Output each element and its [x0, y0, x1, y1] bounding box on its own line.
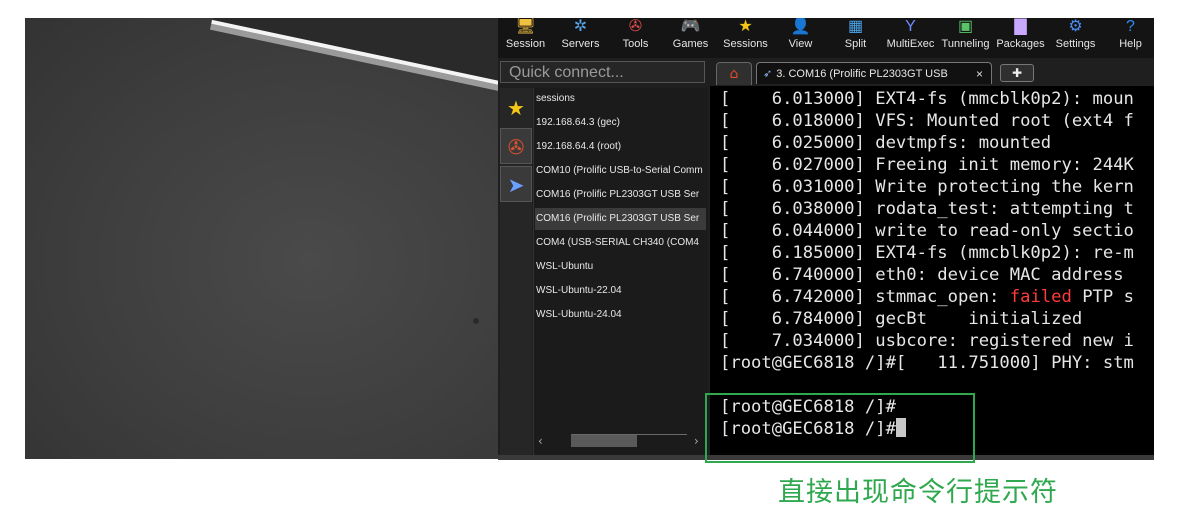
- terminal-text: [ 7.034000] usbcore: registered new i: [720, 331, 1134, 351]
- tools-icon[interactable]: ✇: [500, 128, 532, 164]
- terminal-text: [ 6.018000] VFS: Mounted root (ext4 f: [720, 111, 1134, 131]
- tab-com16[interactable]: ➶ 3. COM16 (Prolific PL2303GT USB ×: [756, 62, 992, 84]
- toolbar-button-label: Tunneling: [941, 38, 990, 50]
- plus-icon: ✚: [1011, 66, 1023, 80]
- main-toolbar: 🖥 Session ✲ Servers ✇ Tools 🎮 Games ★ Sessions 👤 Vi…: [498, 18, 1154, 58]
- toolbar-button-multiexec[interactable]: Y MultiExec: [883, 18, 938, 58]
- sessions-horizontal-scrollbar[interactable]: ‹ ›: [534, 432, 708, 450]
- terminal-text: [ 6.013000] EXT4-fs (mmcblk0p2): moun: [720, 89, 1134, 109]
- view-icon: 👤: [790, 18, 811, 35]
- toolbar-button-sessions[interactable]: ★ Sessions: [718, 18, 773, 58]
- split-icon: ▦: [847, 18, 864, 35]
- session-item[interactable]: 192.168.64.3 (gec): [535, 112, 706, 134]
- toolbar-button-settings[interactable]: ⚙ Settings: [1048, 18, 1103, 58]
- servers-icon: ✲: [573, 18, 588, 35]
- terminal-line: [ 7.034000] usbcore: registered new i: [720, 330, 1134, 352]
- session-item[interactable]: COM16 (Prolific PL2303GT USB Ser: [535, 208, 706, 230]
- terminal-text: [ 6.044000] write to read-only sectio: [720, 221, 1134, 241]
- star-icon[interactable]: ★: [500, 90, 532, 126]
- toolbar-button-label: View: [788, 38, 813, 50]
- close-tab-icon[interactable]: ×: [976, 63, 983, 84]
- send-icon[interactable]: ➤: [500, 166, 532, 202]
- terminal-line: [ 6.038000] rodata_test: attempting t: [720, 198, 1134, 220]
- terminal-text: [ 6.185000] EXT4-fs (mmcblk0p2): re-m: [720, 243, 1134, 263]
- monitor-bezel: [211, 18, 498, 99]
- toolbar-button-label: Settings: [1055, 38, 1096, 50]
- sidebar-icon-rail: ★ ✇ ➤: [500, 88, 532, 459]
- terminal-line: [ 6.013000] EXT4-fs (mmcblk0p2): moun: [720, 88, 1134, 110]
- gamepad-icon: 🎮: [680, 18, 701, 35]
- scroll-left-icon[interactable]: ‹: [538, 432, 543, 450]
- toolbar-button-tools[interactable]: ✇ Tools: [608, 18, 663, 58]
- toolbar-button-label: Split: [844, 38, 867, 50]
- terminal-line: [ 6.027000] Freeing init memory: 244K: [720, 154, 1134, 176]
- scroll-thumb[interactable]: [571, 435, 637, 447]
- terminal-line: [ 6.784000] gecBt initialized: [720, 308, 1082, 330]
- toolbar-button-session[interactable]: 🖥 Session: [498, 18, 553, 58]
- packages-icon: ▇: [1014, 18, 1027, 35]
- star-icon: ★: [738, 18, 753, 35]
- terminal-text: [ 6.038000] rodata_test: attempting t: [720, 199, 1134, 219]
- terminal-text: [ 6.740000] eth0: device MAC address: [720, 265, 1134, 285]
- toolbar-button-label: Sessions: [723, 38, 768, 50]
- multiexec-icon: Y: [905, 18, 916, 35]
- toolbar-button-split[interactable]: ▦ Split: [828, 18, 883, 58]
- toolbar-button-packages[interactable]: ▇ Packages: [993, 18, 1048, 58]
- toolbar-button-label: Games: [672, 38, 709, 50]
- photo-speck: [473, 318, 479, 324]
- terminal-line: [ 6.185000] EXT4-fs (mmcblk0p2): re-m: [720, 242, 1134, 264]
- session-item[interactable]: WSL-Ubuntu: [535, 256, 706, 278]
- session-item[interactable]: WSL-Ubuntu-22.04: [535, 280, 706, 302]
- home-tab[interactable]: ⌂: [716, 62, 752, 85]
- prompt-highlight-box: [705, 393, 975, 463]
- toolbar-button-label: MultiExec: [886, 38, 935, 50]
- terminal-line: [root@GEC6818 /]#[ 11.751000] PHY: stm: [720, 352, 1134, 374]
- settings-icon: ⚙: [1068, 18, 1083, 35]
- terminal-text: [root@GEC6818 /]#[ 11.751000] PHY: stm: [720, 353, 1134, 373]
- toolbar-button-label: Packages: [996, 38, 1045, 50]
- session-item[interactable]: COM16 (Prolific PL2303GT USB Ser: [535, 184, 706, 206]
- tunneling-icon: ▣: [957, 18, 974, 35]
- terminal-text: PTP s: [1071, 287, 1134, 307]
- terminal-line: [ 6.044000] write to read-only sectio: [720, 220, 1134, 242]
- new-tab-button[interactable]: ✚: [1000, 64, 1034, 82]
- toolbar-button-tunneling[interactable]: ▣ Tunneling: [938, 18, 993, 58]
- toolbar-button-label: Help: [1119, 38, 1142, 50]
- home-icon: ⌂: [729, 66, 739, 82]
- session-tab-strip: ⌂ ➶ 3. COM16 (Prolific PL2303GT USB × ✚: [710, 60, 1154, 86]
- background-photo: [25, 18, 498, 459]
- terminal-line: [ 6.031000] Write protecting the kern: [720, 176, 1134, 198]
- toolbar-button-help[interactable]: ? Help: [1103, 18, 1154, 58]
- scroll-right-icon[interactable]: ›: [694, 432, 699, 450]
- terminal-text: [ 6.025000] devtmpfs: mounted: [720, 133, 1052, 153]
- help-icon: ?: [1126, 18, 1135, 35]
- terminal-line: [ 6.742000] stmmac_open: failed PTP s: [720, 286, 1134, 308]
- session-item[interactable]: 192.168.64.4 (root): [535, 136, 706, 158]
- terminal-text: [ 6.031000] Write protecting the kern: [720, 177, 1134, 197]
- toolbar-button-servers[interactable]: ✲ Servers: [553, 18, 608, 58]
- session-item[interactable]: COM4 (USB-SERIAL CH340 (COM4: [535, 232, 706, 254]
- terminal-error-text: failed: [1009, 287, 1072, 307]
- tools-icon: ✇: [628, 18, 643, 35]
- terminal-text: [ 6.742000] stmmac_open:: [720, 287, 1010, 307]
- terminal-text: [ 6.784000] gecBt initialized: [720, 309, 1083, 329]
- session-item[interactable]: WSL-Ubuntu-24.04: [535, 304, 706, 326]
- rocket-icon: ➶: [763, 68, 773, 80]
- annotation-caption: 直接出现命令行提示符: [778, 477, 1058, 508]
- tab-label: 3. COM16 (Prolific PL2303GT USB: [776, 68, 948, 80]
- quick-connect-input[interactable]: Quick connect...: [500, 61, 705, 83]
- toolbar-button-label: Servers: [561, 38, 600, 50]
- terminal-line: [ 6.740000] eth0: device MAC address: [720, 264, 1134, 286]
- sessions-panel: sessions ‹ › 192.168.64.3 (gec) 192.168.6…: [533, 88, 708, 459]
- terminal-text: [ 6.027000] Freeing init memory: 244K: [720, 155, 1134, 175]
- toolbar-button-games[interactable]: 🎮 Games: [663, 18, 718, 58]
- monitor-icon: 🖥: [515, 18, 536, 35]
- session-item[interactable]: COM10 (Prolific USB-to-Serial Comm: [535, 160, 706, 182]
- terminal-line: [ 6.018000] VFS: Mounted root (ext4 f: [720, 110, 1134, 132]
- terminal-line: [ 6.025000] devtmpfs: mounted: [720, 132, 1051, 154]
- toolbar-button-label: Session: [505, 38, 546, 50]
- sessions-header[interactable]: sessions: [535, 88, 706, 110]
- toolbar-button-label: Tools: [622, 38, 649, 50]
- toolbar-button-view[interactable]: 👤 View: [773, 18, 828, 58]
